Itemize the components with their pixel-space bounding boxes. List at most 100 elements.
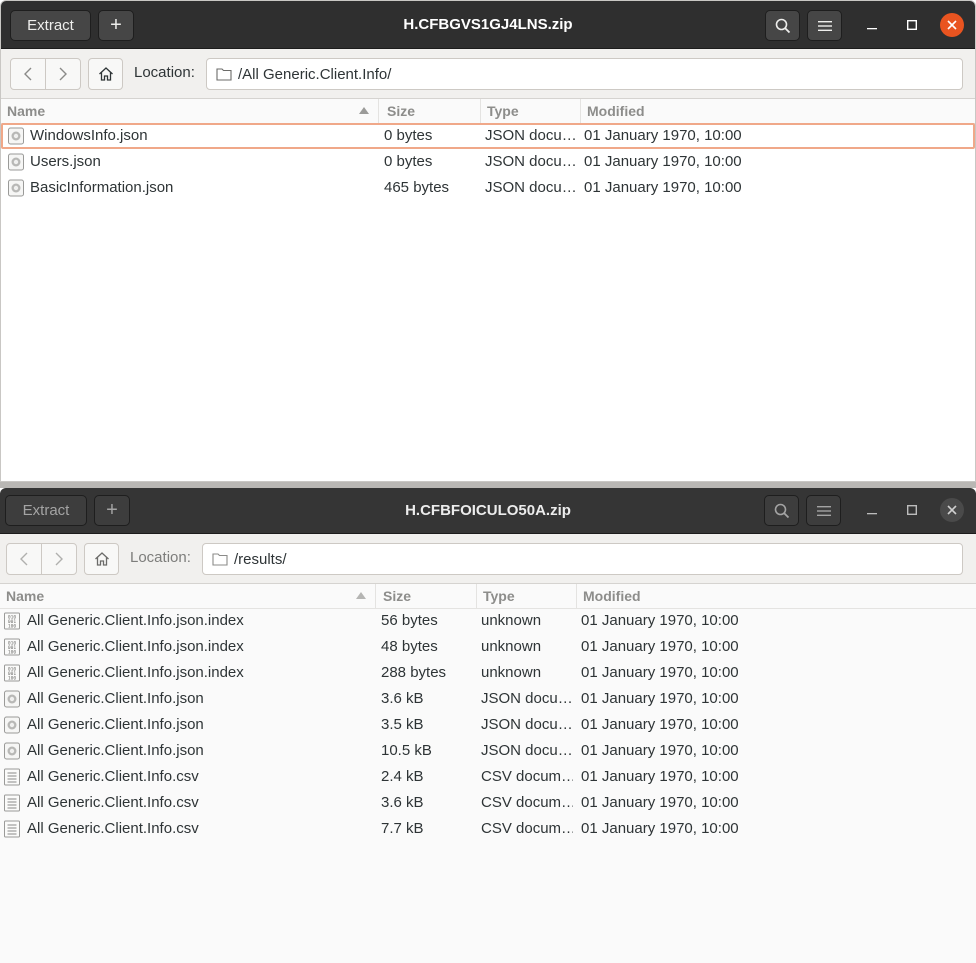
column-size[interactable]: Size bbox=[381, 99, 481, 123]
close-button[interactable] bbox=[940, 13, 964, 37]
file-modified: 01 January 1970, 10:00 bbox=[581, 638, 739, 655]
column-modified-label: Modified bbox=[587, 103, 645, 119]
file-row[interactable]: WindowsInfo.json 0 bytes JSON docu… 01 Janu… bbox=[1, 123, 975, 149]
sort-ascending-icon bbox=[359, 107, 369, 114]
menu-button[interactable] bbox=[806, 495, 841, 526]
file-name: All Generic.Client.Info.csv bbox=[27, 794, 199, 811]
file-type: JSON docu… bbox=[481, 690, 573, 707]
location-field[interactable]: /All Generic.Client.Info/ bbox=[206, 58, 963, 90]
column-name[interactable]: Name bbox=[0, 584, 376, 608]
column-name[interactable]: Name bbox=[1, 99, 379, 123]
column-name-label: Name bbox=[7, 103, 46, 119]
binary-file-icon: 010 001 100 bbox=[3, 638, 21, 656]
file-row[interactable]: Users.json 0 bytes JSON docu… 01 January 19… bbox=[1, 149, 975, 175]
binary-file-icon: 010 001 100 bbox=[3, 664, 21, 682]
file-modified: 01 January 1970, 10:00 bbox=[584, 179, 742, 196]
file-modified: 01 January 1970, 10:00 bbox=[581, 664, 739, 681]
file-row[interactable]: 010 001 100 All Generic.Client.Info.json.in… bbox=[0, 660, 976, 686]
close-button[interactable] bbox=[940, 498, 964, 522]
back-button[interactable] bbox=[6, 543, 42, 575]
column-size-label: Size bbox=[383, 588, 412, 604]
file-row[interactable]: All Generic.Client.Info.json 10.5 kB JSON … bbox=[0, 738, 976, 764]
file-row[interactable]: All Generic.Client.Info.json 3.5 kB JSON d… bbox=[0, 712, 976, 738]
file-type: CSV docum… bbox=[481, 768, 573, 785]
file-row[interactable]: BasicInformation.json 465 bytes JSON docu…… bbox=[1, 175, 975, 201]
search-button[interactable] bbox=[765, 10, 800, 41]
csv-file-icon bbox=[3, 794, 21, 812]
file-type: JSON docu… bbox=[481, 716, 573, 733]
forward-button[interactable] bbox=[45, 58, 81, 90]
svg-text:100: 100 bbox=[8, 676, 17, 682]
chevron-right-icon bbox=[55, 552, 63, 566]
maximize-button[interactable] bbox=[900, 498, 924, 522]
location-label: Location: bbox=[130, 549, 191, 566]
add-files-button[interactable]: + bbox=[94, 495, 130, 526]
file-list: WindowsInfo.json 0 bytes JSON docu… 01 Janu… bbox=[1, 123, 975, 481]
column-type-label: Type bbox=[487, 103, 519, 119]
file-row[interactable]: All Generic.Client.Info.csv 3.6 kB CSV doc… bbox=[0, 790, 976, 816]
home-button[interactable] bbox=[88, 58, 123, 90]
location-bar: Location: /results/ bbox=[0, 534, 976, 584]
file-modified: 01 January 1970, 10:00 bbox=[581, 690, 739, 707]
header-bar: Extract + H.CFBGVS1GJ4LNS.zip bbox=[1, 1, 975, 49]
file-size: 3.6 kB bbox=[381, 794, 424, 811]
json-file-icon bbox=[3, 690, 21, 708]
column-type-label: Type bbox=[483, 588, 515, 604]
column-type[interactable]: Type bbox=[477, 584, 577, 608]
file-name: All Generic.Client.Info.csv bbox=[27, 820, 199, 837]
file-modified: 01 January 1970, 10:00 bbox=[581, 716, 739, 733]
file-modified: 01 January 1970, 10:00 bbox=[581, 794, 739, 811]
file-name: BasicInformation.json bbox=[30, 179, 174, 196]
file-size: 0 bytes bbox=[384, 127, 433, 144]
menu-button[interactable] bbox=[807, 10, 842, 41]
extract-button[interactable]: Extract bbox=[10, 10, 91, 41]
home-icon bbox=[94, 552, 109, 566]
file-size: 0 bytes bbox=[384, 153, 433, 170]
sort-ascending-icon bbox=[356, 592, 366, 599]
location-field[interactable]: /results/ bbox=[202, 543, 963, 575]
json-file-icon bbox=[3, 742, 21, 760]
back-button[interactable] bbox=[10, 58, 46, 90]
forward-button[interactable] bbox=[41, 543, 77, 575]
location-path: /results/ bbox=[234, 550, 287, 568]
file-modified: 01 January 1970, 10:00 bbox=[581, 742, 739, 759]
chevron-right-icon bbox=[59, 67, 67, 81]
file-name: All Generic.Client.Info.json bbox=[27, 690, 204, 707]
json-file-icon bbox=[3, 716, 21, 734]
hamburger-menu-icon bbox=[817, 20, 832, 31]
minimize-button[interactable] bbox=[860, 498, 884, 522]
column-header: Name Size Type Modified bbox=[1, 99, 975, 124]
file-row[interactable]: All Generic.Client.Info.csv 7.7 kB CSV doc… bbox=[0, 816, 976, 842]
file-modified: 01 January 1970, 10:00 bbox=[581, 612, 739, 629]
search-button[interactable] bbox=[764, 495, 799, 526]
hamburger-menu-icon bbox=[816, 505, 831, 516]
file-row[interactable]: 010 001 100 All Generic.Client.Info.json.in… bbox=[0, 634, 976, 660]
add-files-button[interactable]: + bbox=[98, 10, 134, 41]
file-name: All Generic.Client.Info.json.index bbox=[27, 612, 244, 629]
file-size: 465 bytes bbox=[384, 179, 450, 196]
column-type[interactable]: Type bbox=[481, 99, 581, 123]
chevron-left-icon bbox=[20, 552, 28, 566]
maximize-icon bbox=[907, 20, 917, 30]
archive-window-1: Extract + H.CFBGVS1GJ4LNS.zip Location: … bbox=[0, 0, 976, 482]
column-size[interactable]: Size bbox=[377, 584, 477, 608]
file-type: JSON docu… bbox=[485, 153, 577, 170]
column-modified[interactable]: Modified bbox=[577, 584, 976, 608]
close-icon bbox=[947, 20, 957, 30]
search-icon bbox=[774, 503, 789, 518]
file-row[interactable]: 010 001 100 All Generic.Client.Info.json.in… bbox=[0, 608, 976, 634]
file-row[interactable]: All Generic.Client.Info.csv 2.4 kB CSV doc… bbox=[0, 764, 976, 790]
home-button[interactable] bbox=[84, 543, 119, 575]
extract-button[interactable]: Extract bbox=[5, 495, 87, 526]
minimize-button[interactable] bbox=[860, 13, 884, 37]
minimize-icon bbox=[867, 28, 877, 30]
maximize-button[interactable] bbox=[900, 13, 924, 37]
file-row[interactable]: All Generic.Client.Info.json 3.6 kB JSON d… bbox=[0, 686, 976, 712]
chevron-left-icon bbox=[24, 67, 32, 81]
column-modified[interactable]: Modified bbox=[581, 99, 975, 123]
file-name: All Generic.Client.Info.json bbox=[27, 742, 204, 759]
column-header: Name Size Type Modified bbox=[0, 584, 976, 609]
file-modified: 01 January 1970, 10:00 bbox=[581, 768, 739, 785]
file-size: 3.6 kB bbox=[381, 690, 424, 707]
file-size: 288 bytes bbox=[381, 664, 447, 681]
